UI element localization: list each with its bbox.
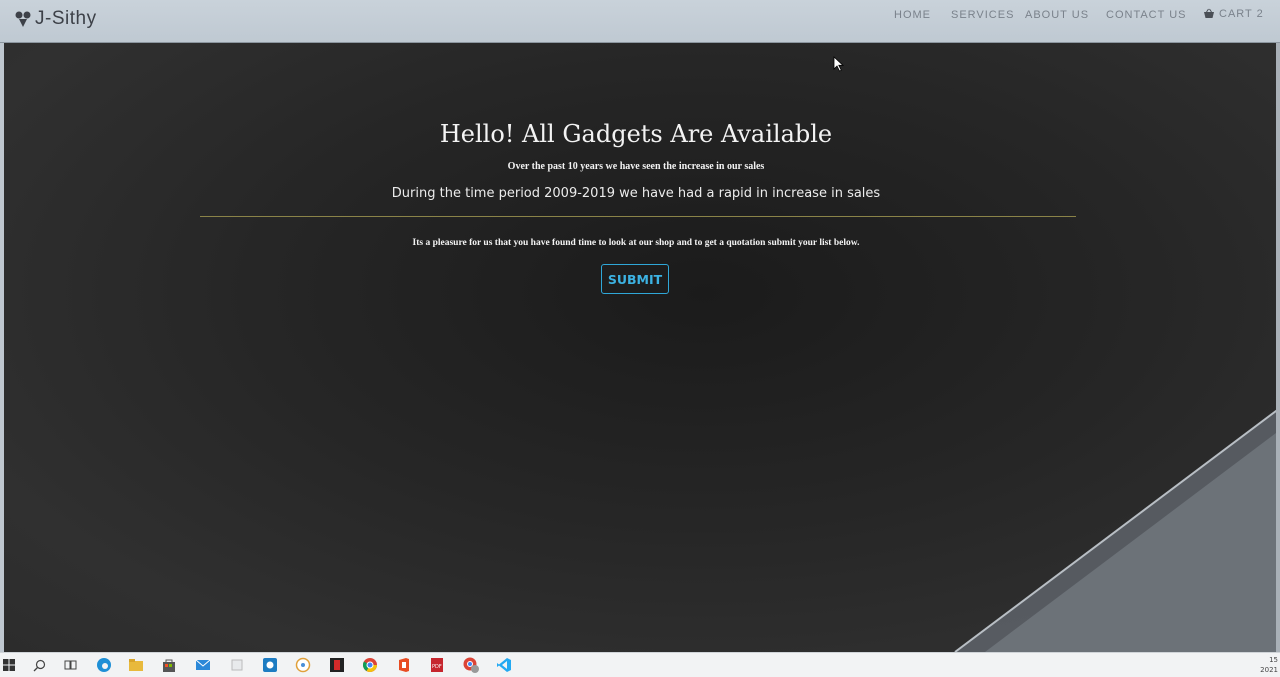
maps-icon[interactable] [294,656,312,674]
taskbar: PDF 15 2021 [0,652,1280,677]
right-bezel [1276,40,1280,652]
nav-home[interactable]: HOME [894,9,931,21]
chrome-icon[interactable] [361,656,379,674]
browser-viewport: J-Sithy HOME SERVICES ABOUT US CONTACT U… [0,0,1280,652]
chrome-alt-icon[interactable] [462,656,480,674]
windows-start-icon[interactable] [0,656,18,674]
hero-description: During the time period 2009-2019 we have… [391,186,881,201]
clock-date: 2021 [1260,666,1278,674]
system-clock[interactable]: 15 2021 [1260,655,1278,675]
hero-note: Its a pleasure for us that you have foun… [412,238,860,248]
mail-icon[interactable] [194,656,212,674]
brand-name: J-Sithy [35,8,97,29]
brand[interactable]: J-Sithy [14,8,97,30]
nav-cart[interactable]: CART 2 [1203,8,1264,20]
store-icon[interactable] [160,656,178,674]
edge-icon[interactable] [95,656,113,674]
brand-logo-icon [15,11,31,27]
left-bezel [0,0,4,652]
vscode-icon[interactable] [495,656,513,674]
app-red-icon[interactable] [328,656,346,674]
camera-icon[interactable] [261,656,279,674]
cart-icon [1204,8,1214,18]
file-explorer-icon[interactable] [127,656,145,674]
mouse-cursor-icon [833,56,845,72]
navbar: J-Sithy HOME SERVICES ABOUT US CONTACT U… [0,0,1280,43]
nav-about-us[interactable]: ABOUT US [1025,9,1089,21]
app-icon[interactable] [228,656,246,674]
divider [200,216,1076,217]
pdf-icon[interactable]: PDF [428,656,446,674]
svg-text:PDF: PDF [432,664,442,670]
background-decoration [954,407,1280,652]
cart-label: CART 2 [1219,8,1264,20]
nav-services[interactable]: SERVICES [951,9,1014,21]
hero-title: Hello! All Gadgets Are Available [439,120,833,148]
clock-time: 15 [1269,656,1278,664]
task-view-icon[interactable] [61,656,79,674]
search-icon[interactable] [30,656,48,674]
office-icon[interactable] [395,656,413,674]
nav-contact-us[interactable]: CONTACT US [1106,9,1187,21]
submit-button[interactable]: SUBMIT [601,264,669,294]
hero-subtitle: Over the past 10 years we have seen the … [507,161,765,172]
